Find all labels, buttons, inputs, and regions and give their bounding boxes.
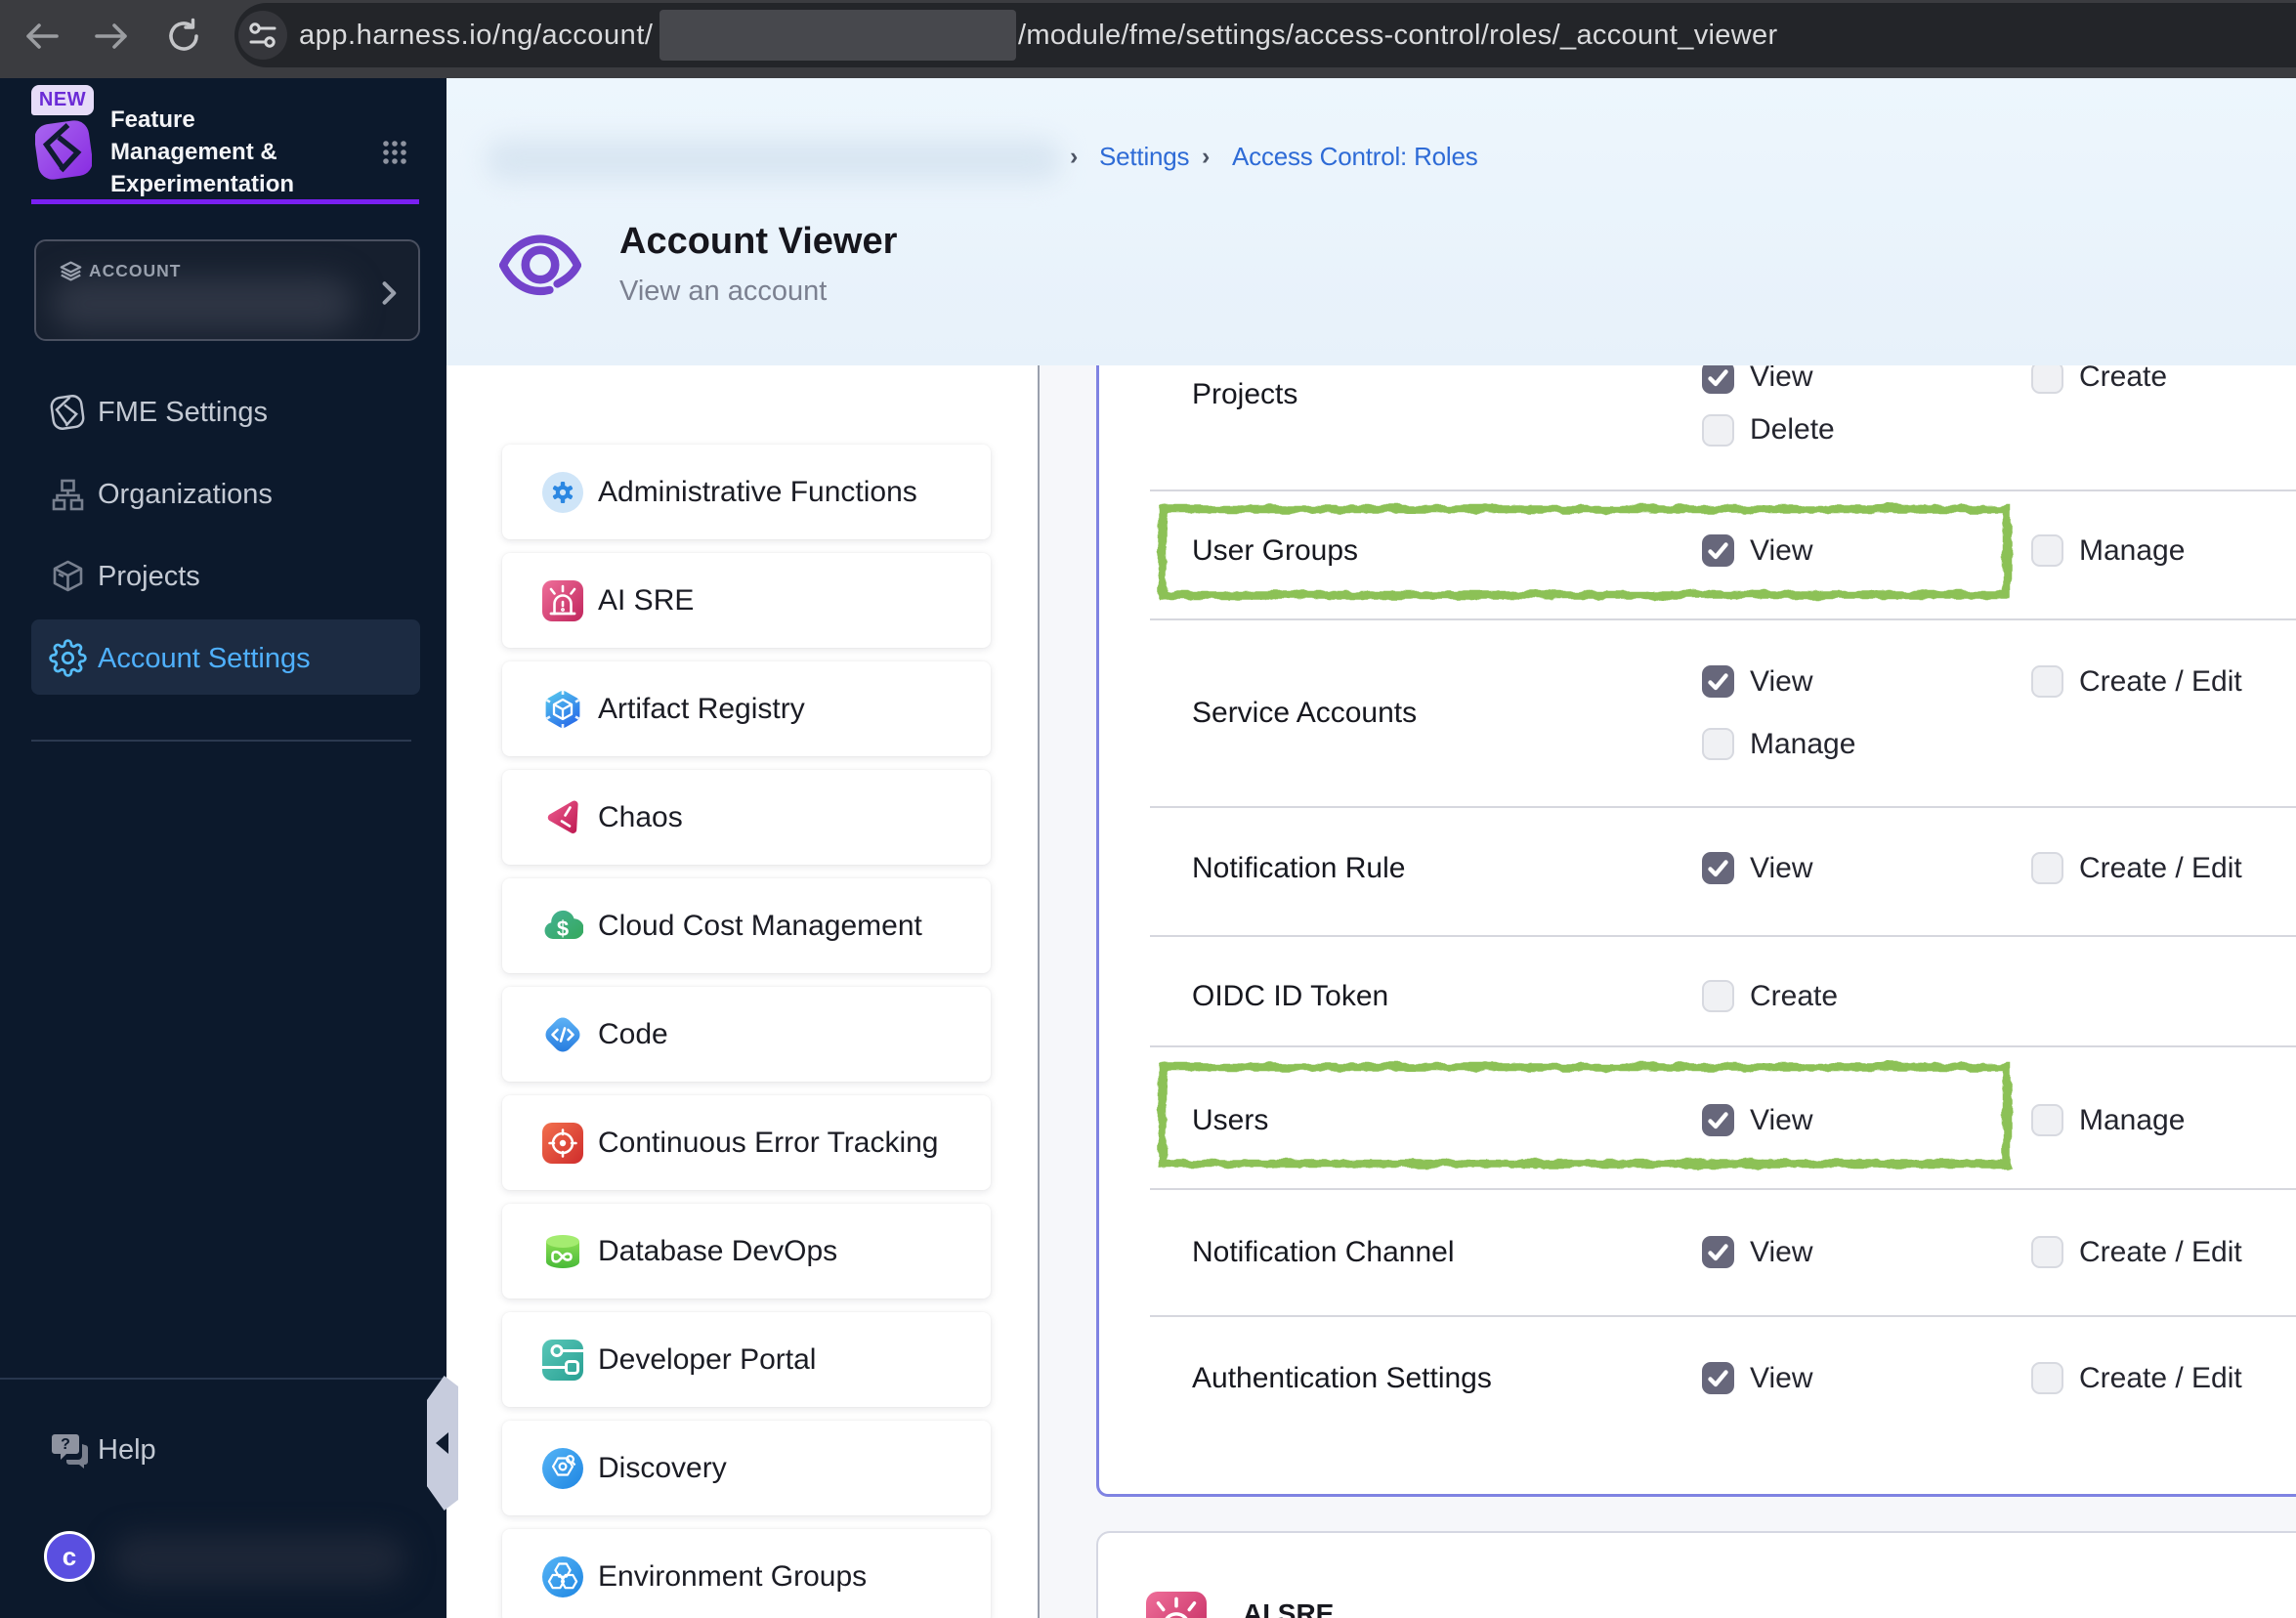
- svg-text:?: ?: [61, 1436, 70, 1453]
- svg-text:$: $: [557, 916, 569, 941]
